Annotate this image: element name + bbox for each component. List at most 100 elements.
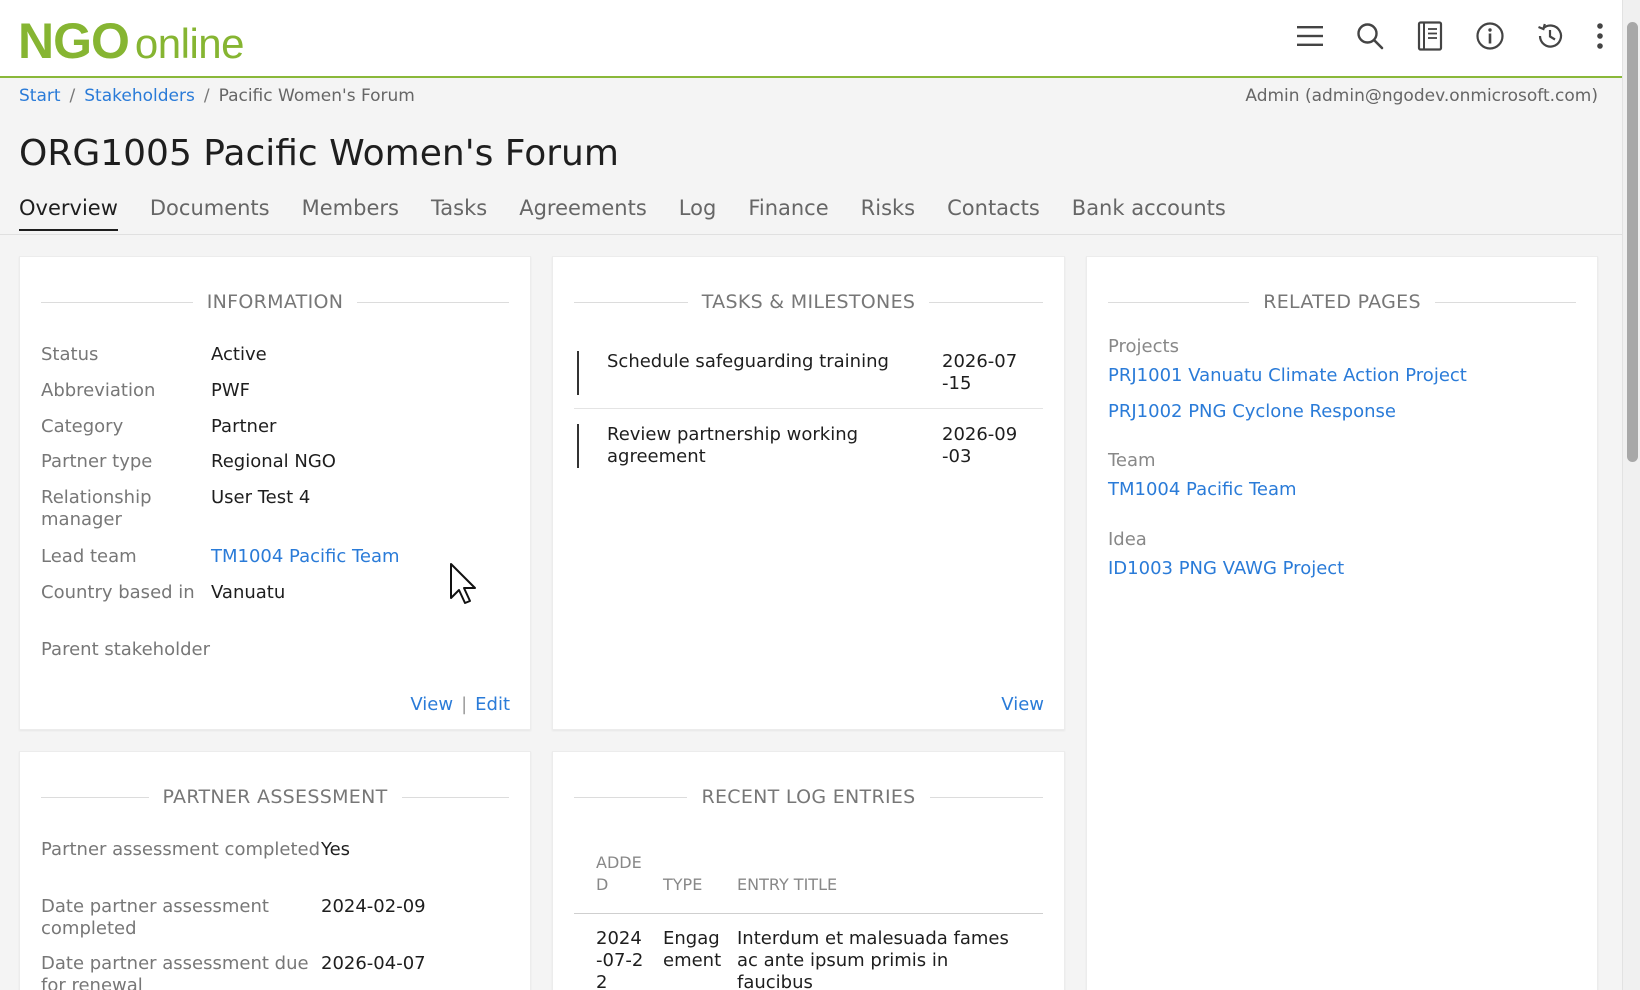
- related-card-title: RELATED PAGES: [1108, 291, 1577, 313]
- info-row-parent-stakeholder: Parent stakeholder: [41, 639, 211, 661]
- tabs-divider: [0, 234, 1622, 235]
- info-value: Partner: [211, 416, 277, 437]
- pa-label: Date partner assessment completed: [41, 896, 269, 939]
- breadcrumb-separator: /: [69, 86, 76, 106]
- partner-assessment-title: PARTNER ASSESSMENT: [41, 786, 509, 808]
- tab-agreements[interactable]: Agreements: [519, 196, 647, 231]
- info-label: Parent stakeholder: [41, 639, 210, 660]
- team-link[interactable]: TM1004 Pacific Team: [1108, 479, 1297, 500]
- tab-overview[interactable]: Overview: [19, 196, 118, 231]
- info-row-category: Category Partner: [41, 416, 276, 438]
- info-row-country: Country based in Vanuatu: [41, 582, 285, 604]
- project-link[interactable]: PRJ1002 PNG Cyclone Response: [1108, 401, 1396, 422]
- idea-label: Idea: [1108, 529, 1147, 550]
- idea-link[interactable]: ID1003 PNG VAWG Project: [1108, 558, 1344, 579]
- tab-bank-accounts[interactable]: Bank accounts: [1072, 196, 1226, 231]
- pa-label: Partner assessment completed: [41, 839, 321, 860]
- breadcrumb-separator: /: [203, 86, 210, 106]
- information-view-link[interactable]: View: [410, 694, 453, 715]
- action-divider: |: [461, 694, 468, 715]
- info-label: Abbreviation: [41, 380, 156, 401]
- lead-team-link[interactable]: TM1004 Pacific Team: [211, 546, 400, 568]
- info-label: Relationship manager: [41, 487, 152, 530]
- more-vertical-icon[interactable]: [1590, 16, 1610, 56]
- top-toolbar: [1290, 16, 1610, 56]
- information-edit-link[interactable]: Edit: [475, 694, 510, 715]
- breadcrumb: Start / Stakeholders / Pacific Women's F…: [19, 86, 415, 106]
- information-actions: View | Edit: [410, 694, 510, 715]
- tasks-view-link[interactable]: View: [1001, 694, 1044, 715]
- tab-contacts[interactable]: Contacts: [947, 196, 1040, 231]
- search-icon[interactable]: [1350, 16, 1390, 56]
- log-card-title: RECENT LOG ENTRIES: [574, 786, 1043, 808]
- tab-bar: Overview Documents Members Tasks Agreeme…: [19, 196, 1226, 231]
- current-user: Admin (admin@ngodev.onmicrosoft.com): [1245, 86, 1598, 106]
- info-label: Status: [41, 344, 99, 365]
- tab-finance[interactable]: Finance: [748, 196, 828, 231]
- info-row-relationship-manager: Relationship manager User Test 4: [41, 487, 310, 531]
- ngo-online-logo[interactable]: NGO online: [18, 12, 245, 70]
- column-type[interactable]: TYPE: [663, 874, 702, 896]
- column-added[interactable]: ADDED: [596, 852, 644, 896]
- mouse-cursor-icon: [449, 562, 479, 610]
- pa-row-completed: Partner assessment completed Yes: [41, 839, 350, 861]
- info-icon[interactable]: [1470, 16, 1510, 56]
- task-name: Schedule safeguarding training: [607, 351, 889, 372]
- team-label: Team: [1108, 450, 1156, 471]
- project-link[interactable]: PRJ1001 Vanuatu Climate Action Project: [1108, 365, 1467, 386]
- info-value: User Test 4: [211, 487, 311, 508]
- log-entry-title: Interdum et malesuada fames ac ante ipsu…: [737, 928, 1009, 990]
- tab-tasks[interactable]: Tasks: [431, 196, 487, 231]
- breadcrumb-current: Pacific Women's Forum: [218, 86, 415, 106]
- tab-members[interactable]: Members: [302, 196, 399, 231]
- top-bar: NGO online: [0, 0, 1622, 78]
- history-icon[interactable]: [1530, 16, 1570, 56]
- info-label: Partner type: [41, 451, 153, 472]
- breadcrumb-start[interactable]: Start: [19, 86, 61, 106]
- info-label: Category: [41, 416, 124, 437]
- partner-assessment-card: PARTNER ASSESSMENT Partner assessment co…: [19, 751, 531, 990]
- pa-row-date-due: Date partner assessment due for renewal …: [41, 953, 426, 990]
- tasks-card-title: TASKS & MILESTONES: [574, 291, 1043, 313]
- tasks-milestones-card: TASKS & MILESTONES Schedule safeguarding…: [552, 256, 1065, 730]
- tab-log[interactable]: Log: [679, 196, 717, 231]
- info-row-abbreviation: Abbreviation PWF: [41, 380, 250, 402]
- task-name: Review partnership working agreement: [607, 424, 859, 467]
- task-item[interactable]: Review partnership working agreement 202…: [577, 424, 1042, 468]
- pa-label: Date partner assessment due for renewal: [41, 953, 309, 990]
- logo-text-online: online: [134, 20, 245, 67]
- info-value: Vanuatu: [211, 582, 286, 603]
- pa-value: 2026-04-07: [321, 953, 426, 974]
- info-row-lead-team: Lead team TM1004 Pacific Team: [41, 546, 400, 568]
- info-row-status: Status Active: [41, 344, 267, 366]
- logo-text-ngo: NGO: [18, 13, 130, 69]
- task-date: 2026-09-03: [942, 424, 1018, 467]
- tab-documents[interactable]: Documents: [150, 196, 270, 231]
- task-date: 2026-07-15: [942, 351, 1018, 394]
- breadcrumb-stakeholders[interactable]: Stakeholders: [84, 86, 195, 106]
- information-card-title: INFORMATION: [41, 291, 509, 313]
- pa-row-date-completed: Date partner assessment completed 2024-0…: [41, 896, 426, 940]
- log-type: Engagement: [663, 928, 722, 971]
- notebook-icon[interactable]: [1410, 16, 1450, 56]
- log-added: 2024-07-22: [596, 928, 644, 990]
- related-pages-card: RELATED PAGES Projects PRJ1001 Vanuatu C…: [1086, 256, 1598, 990]
- info-value: PWF: [211, 380, 251, 401]
- recent-log-card: RECENT LOG ENTRIES ADDED TYPE ENTRY TITL…: [552, 751, 1065, 990]
- task-item[interactable]: Schedule safeguarding training 2026-07-1…: [577, 351, 1042, 395]
- column-entry-title[interactable]: ENTRY TITLE: [737, 874, 837, 896]
- info-row-partner-type: Partner type Regional NGO: [41, 451, 336, 473]
- pa-value: 2024-02-09: [321, 896, 426, 917]
- pa-value: Yes: [321, 839, 351, 860]
- scrollbar-thumb[interactable]: [1627, 22, 1638, 462]
- tasks-actions: View: [1001, 694, 1044, 715]
- menu-icon[interactable]: [1290, 16, 1330, 56]
- log-table-header: ADDED TYPE ENTRY TITLE: [574, 852, 1043, 914]
- task-divider: [574, 408, 1043, 409]
- page-title: ORG1005 Pacific Women's Forum: [19, 133, 619, 174]
- info-value: Regional NGO: [211, 451, 336, 472]
- page-scrollbar[interactable]: [1622, 0, 1640, 990]
- information-card: INFORMATION Status Active Abbreviation P…: [19, 256, 531, 730]
- tab-risks[interactable]: Risks: [861, 196, 915, 231]
- info-label: Lead team: [41, 546, 137, 567]
